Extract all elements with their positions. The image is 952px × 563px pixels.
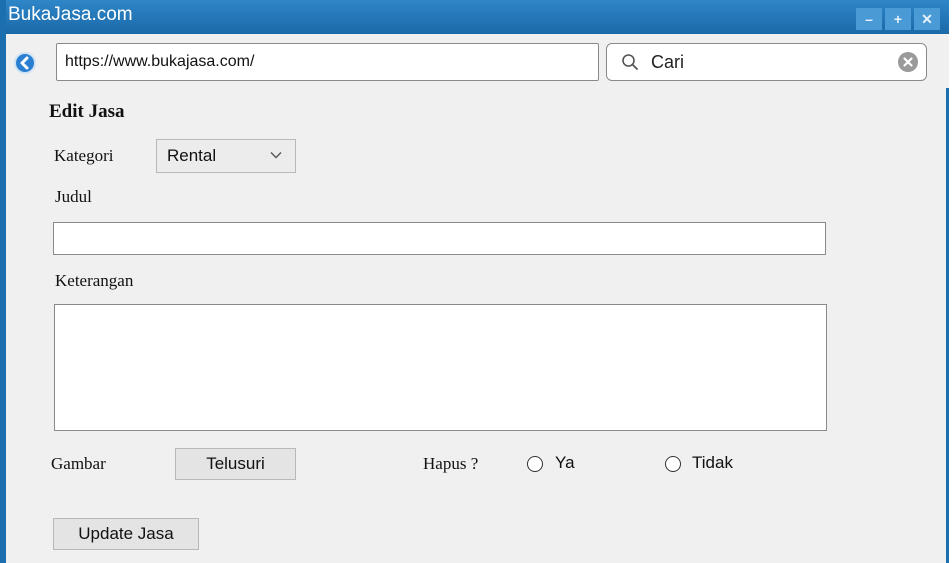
hapus-label: Hapus ? (423, 454, 479, 473)
kategori-value: Rental (167, 146, 217, 165)
radio-tidak-label: Tidak (692, 453, 733, 472)
update-jasa-button[interactable]: Update Jasa (53, 518, 199, 550)
telusuri-button[interactable]: Telusuri (175, 448, 296, 480)
keterangan-label: Keterangan (55, 271, 134, 290)
chevron-down-icon (270, 152, 282, 159)
back-arrow-icon (20, 56, 29, 70)
radio-ya-label: Ya (555, 453, 575, 472)
window-title: BukaJasa.com (8, 4, 133, 25)
gambar-label: Gambar (51, 454, 106, 473)
close-button[interactable]: ✕ (914, 8, 940, 30)
back-button[interactable] (14, 52, 36, 74)
kategori-label: Kategori (54, 146, 114, 165)
minimize-button[interactable]: – (856, 8, 882, 30)
kategori-select[interactable]: Rental (156, 139, 296, 173)
maximize-button[interactable]: + (885, 8, 911, 30)
radio-tidak[interactable] (665, 456, 681, 472)
url-input[interactable]: https://www.bukajasa.com/ (56, 43, 599, 81)
search-input[interactable]: Cari (606, 43, 927, 81)
search-icon (622, 54, 638, 70)
clear-icon[interactable] (898, 52, 918, 72)
browser-window: BukaJasa.com – + ✕ (0, 0, 949, 563)
search-text: Cari (651, 52, 685, 72)
radio-ya[interactable] (527, 456, 543, 472)
url-text: https://www.bukajasa.com/ (65, 53, 255, 70)
keterangan-textarea[interactable] (54, 304, 827, 431)
page-title: Edit Jasa (49, 101, 125, 122)
judul-label: Judul (55, 187, 92, 206)
title-bar: BukaJasa.com – + ✕ (6, 0, 949, 34)
judul-input[interactable] (53, 222, 826, 255)
